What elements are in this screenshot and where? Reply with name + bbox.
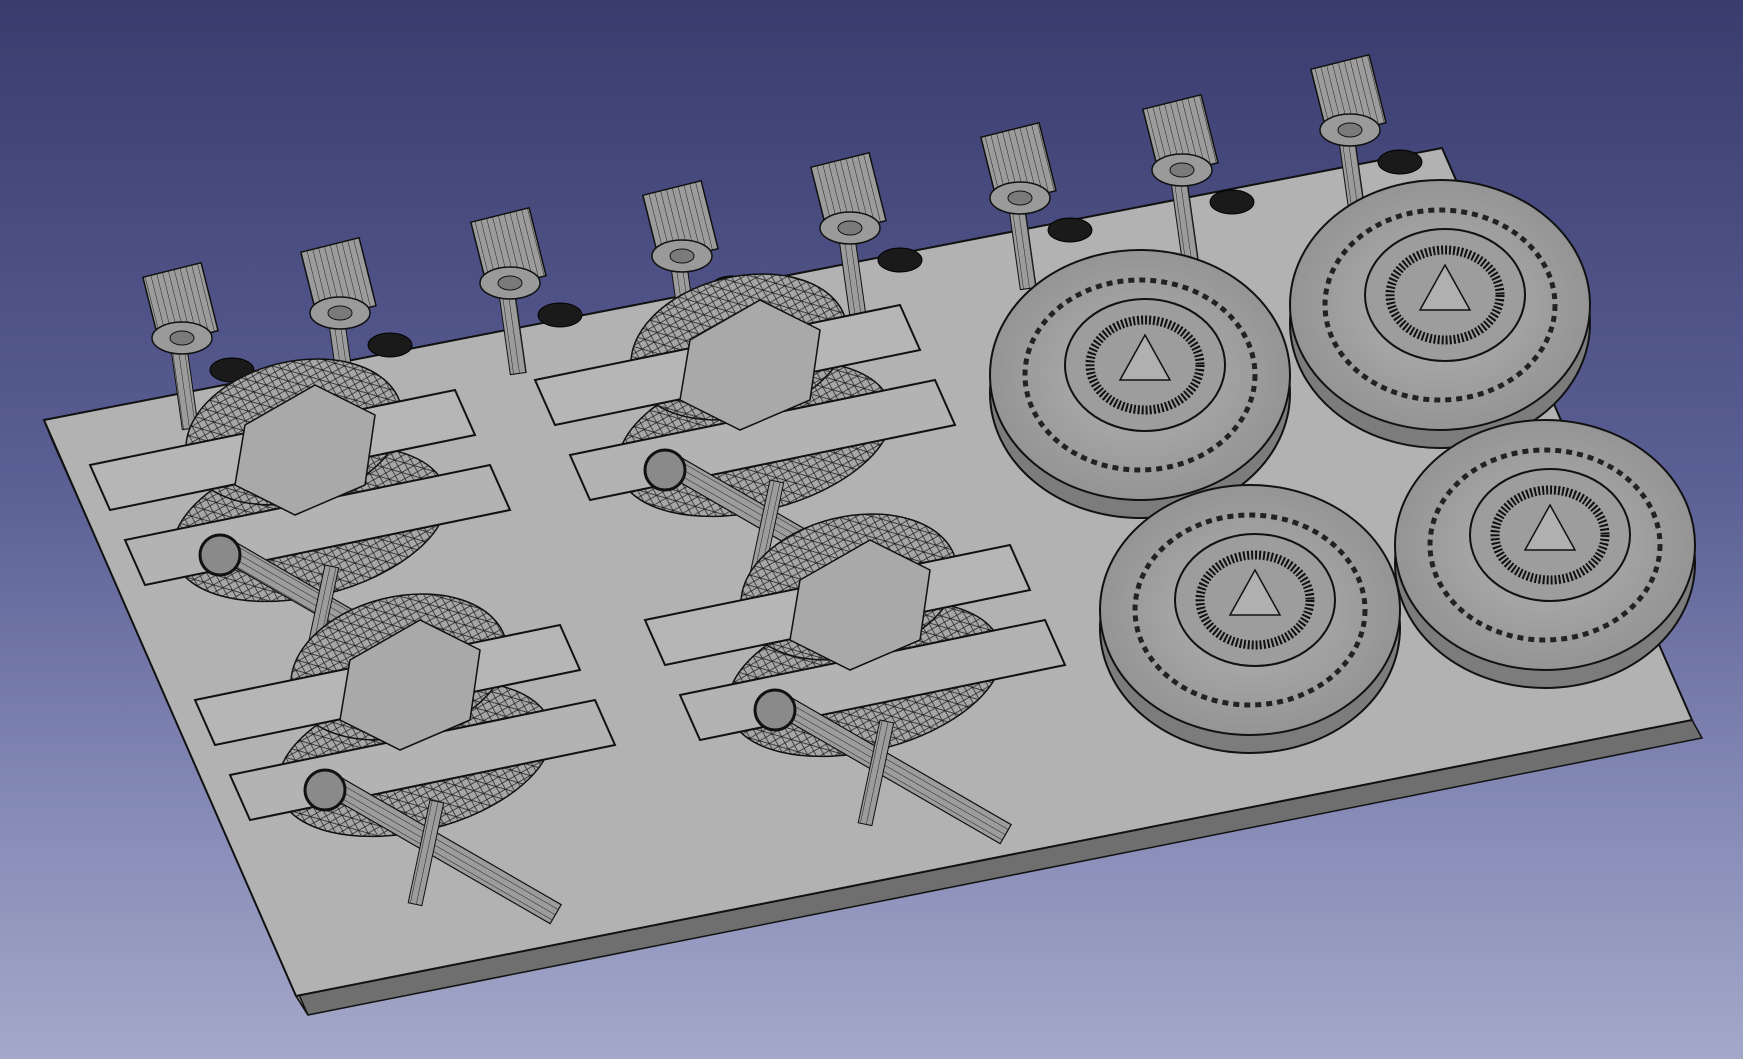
rod-joint bbox=[198, 533, 242, 577]
knob-hole bbox=[1337, 122, 1363, 138]
small-gear-icon bbox=[877, 247, 923, 273]
small-gear-icon bbox=[1047, 217, 1093, 243]
knob-hole bbox=[169, 330, 195, 346]
knob-hole bbox=[1007, 190, 1033, 206]
knob-hole bbox=[837, 220, 863, 236]
gear-disc-2[interactable] bbox=[1289, 179, 1591, 449]
small-gear-icon bbox=[537, 302, 583, 328]
gear-disc-4[interactable] bbox=[1394, 419, 1696, 689]
small-gear-icon bbox=[367, 332, 413, 358]
rod-joint bbox=[643, 448, 687, 492]
knob-hole bbox=[669, 248, 695, 264]
small-gear-icon bbox=[1209, 189, 1255, 215]
gear-disc-1[interactable] bbox=[989, 249, 1291, 519]
gear-disc-3[interactable] bbox=[1099, 484, 1401, 754]
knob-hole bbox=[327, 305, 353, 321]
knob-hole bbox=[497, 275, 523, 291]
rod-joint bbox=[303, 768, 347, 812]
knob-hole bbox=[1169, 162, 1195, 178]
3d-viewport[interactable] bbox=[0, 0, 1743, 1059]
cad-model-scene[interactable] bbox=[0, 0, 1743, 1059]
small-gear-icon bbox=[1377, 149, 1423, 175]
rod-joint bbox=[753, 688, 797, 732]
